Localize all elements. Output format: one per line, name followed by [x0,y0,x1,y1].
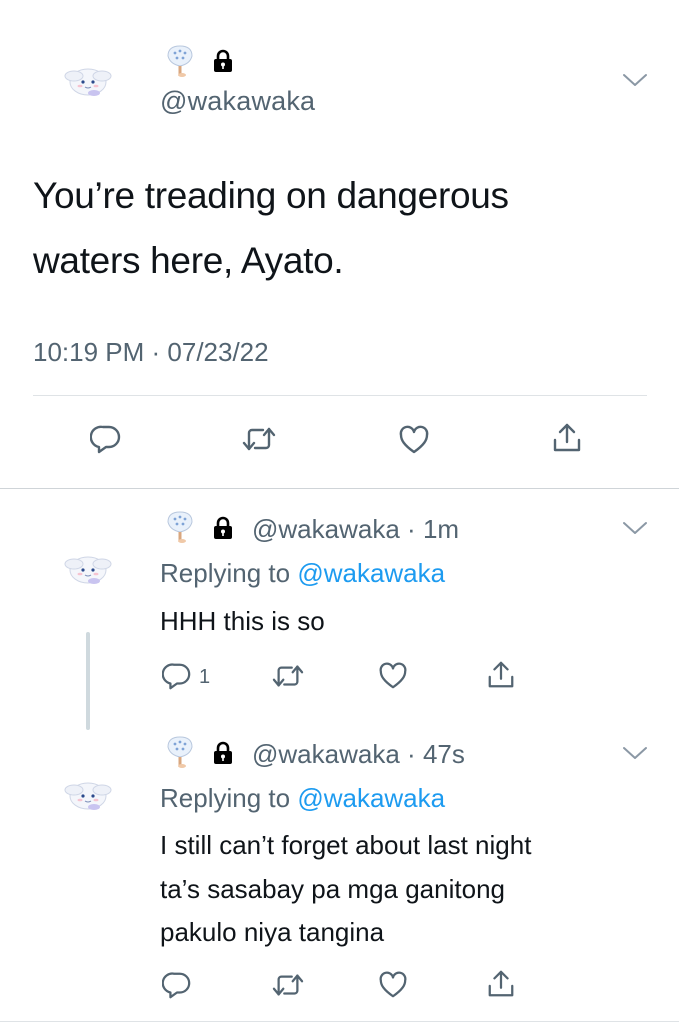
replying-to: Replying to @wakawaka [160,558,445,589]
share-icon[interactable] [551,422,583,454]
mention-link[interactable]: @wakawaka [297,558,445,588]
avatar[interactable] [64,774,112,814]
retweet-icon[interactable] [241,423,277,455]
mention-link[interactable]: @wakawaka [297,783,445,813]
chevron-down-icon[interactable] [622,72,648,88]
avatar[interactable] [64,548,112,588]
retweet-icon[interactable] [271,661,305,691]
replying-to: Replying to @wakawaka [160,783,445,814]
author-handle[interactable]: @wakawaka [252,514,400,544]
chevron-down-icon[interactable] [622,745,648,761]
retweet-icon[interactable] [271,970,305,1000]
fan-emoji-icon [164,44,196,78]
author-handle[interactable]: @wakawaka [160,86,315,117]
lock-icon [212,516,234,540]
author-handle[interactable]: @wakawaka [252,739,400,769]
chevron-down-icon[interactable] [622,520,648,536]
bottom-divider [0,1021,679,1022]
reply-text-line-1: I still can’t forget about last night [160,830,532,860]
fan-emoji-icon [164,735,196,769]
replying-prefix: Replying to [160,558,291,588]
reply-time[interactable]: 1m [423,514,459,544]
reply-icon[interactable] [162,661,192,691]
fan-emoji-icon [164,510,196,544]
tweet-text-line-1: You’re treading on dangerous [33,175,509,216]
replying-prefix: Replying to [160,783,291,813]
like-icon[interactable] [397,424,431,456]
reply-icon[interactable] [162,970,192,1000]
reply-text-line-2: ta’s sasabay pa mga ganitong [160,874,505,904]
meta-separator: · [407,514,416,544]
meta-separator: · [407,739,416,769]
like-icon[interactable] [377,661,409,691]
reply-header: @wakawaka · 47s [252,739,465,770]
lock-icon [212,49,234,73]
tweet-text-line-2: waters here, Ayato. [33,240,344,281]
share-icon[interactable] [486,660,516,690]
lock-icon [212,741,234,765]
like-icon[interactable] [377,970,409,1000]
divider [33,395,647,396]
reply-icon[interactable] [90,423,122,455]
tweet-timestamp[interactable]: 10:19 PM · 07/23/22 [33,337,269,368]
reply-text-line-3: pakulo niya tangina [160,917,385,947]
section-divider [0,488,679,489]
reply-text-line-1: HHH this is so [160,606,325,636]
reply-time[interactable]: 47s [423,739,465,769]
thread-line [86,632,90,730]
reply-count: 1 [199,666,211,688]
reply-header: @wakawaka · 1m [252,514,459,545]
share-icon[interactable] [486,969,516,999]
avatar[interactable] [64,60,112,100]
